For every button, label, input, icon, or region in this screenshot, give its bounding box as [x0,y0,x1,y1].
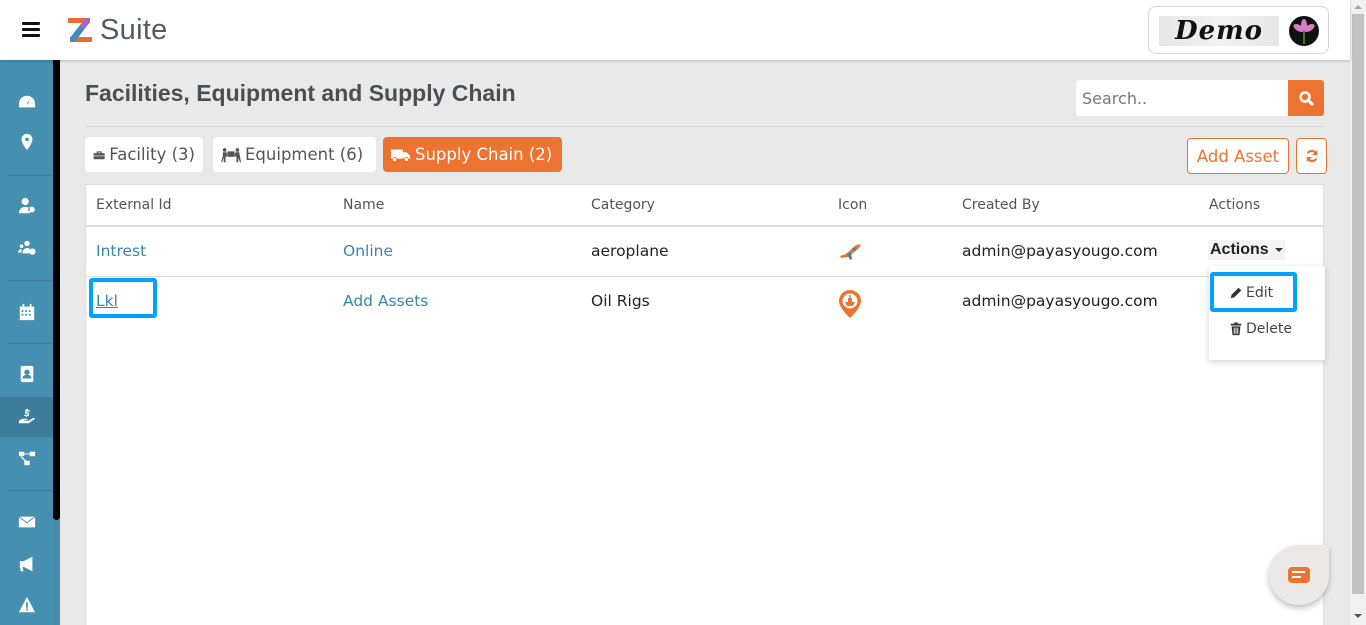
tab-equipment-label: Equipment (6) [245,145,364,164]
assets-table: External Id Name Category Icon Created B… [85,184,1325,625]
column-header-external-id[interactable]: External Id [96,197,172,213]
pencil-icon [1230,287,1242,299]
toolbox-icon [93,150,105,159]
sidebar-item-messages[interactable] [0,502,53,542]
table-header: External Id Name Category Icon Created B… [86,185,1323,227]
title-divider [85,126,1324,127]
column-header-name[interactable]: Name [343,197,384,213]
sidebar-item-user-tags[interactable] [0,186,53,226]
category-cell: aeroplane [591,242,669,260]
scroll-down-arrow-icon[interactable] [1354,614,1362,618]
sidebar-item-dashboard[interactable] [0,82,53,122]
airplane-icon [838,242,862,266]
column-header-icon[interactable]: Icon [838,197,867,213]
user-tag-icon [18,197,35,214]
name-link[interactable]: Add Assets [343,292,428,310]
sidebar-item-campaigns[interactable] [0,544,53,584]
edit-menu-item[interactable]: Edit [1229,285,1273,301]
sidebar-item-assets[interactable] [0,397,53,437]
warning-icon [18,596,35,613]
hamburger-menu-icon[interactable] [22,22,40,38]
page-scrollbar[interactable] [1350,0,1366,625]
people-carry-icon [221,147,241,162]
truck-icon [391,149,411,162]
calendar-icon [19,303,34,321]
edit-label: Edit [1246,285,1274,301]
sidebar-divider [8,343,53,344]
delete-menu-item[interactable]: Delete [1229,321,1292,337]
search-icon [1299,91,1314,106]
search-button[interactable] [1288,80,1324,116]
project-diagram-icon [18,451,35,466]
top-bar: Suite Demo [0,0,1350,60]
envelope-icon [18,516,35,528]
tachometer-icon [18,95,35,108]
scroll-up-arrow-icon[interactable] [1354,5,1362,9]
profile-menu[interactable]: Demo [1148,6,1329,54]
tab-facility-label: Facility (3) [109,145,195,164]
chat-widget-button[interactable] [1269,545,1329,605]
column-header-actions: Actions [1209,197,1261,213]
sidebar-item-workflow[interactable] [0,438,53,478]
column-header-created-by[interactable]: Created By [962,197,1040,213]
users-cog-icon [17,240,36,255]
tab-facility[interactable]: Facility (3) [85,137,203,172]
actions-dropdown-menu: Edit Delete [1209,266,1325,360]
map-marker-icon [21,133,32,151]
actions-label: Actions [1210,241,1269,258]
sidebar-item-user-groups[interactable] [0,228,53,268]
table-row: Intrest Online aeroplane admin@payasyoug… [86,227,1323,277]
address-book-icon [20,365,33,383]
tab-equipment[interactable]: Equipment (6) [213,137,376,172]
name-link[interactable]: Online [343,242,393,260]
add-asset-button[interactable]: Add Asset [1187,138,1289,174]
created-by-cell: admin@payasyougo.com [962,292,1158,310]
chat-icon [1288,567,1310,583]
sidebar [0,60,53,625]
hand-holding-usd-icon [18,408,35,424]
external-id-link[interactable]: Lkl [96,292,118,310]
app-logo[interactable]: Suite [66,14,168,46]
ship-pin-icon [838,289,862,323]
main-content: Facilities, Equipment and Supply Chain F… [60,60,1350,625]
created-by-cell: admin@payasyougo.com [962,242,1158,260]
tab-supply-chain[interactable]: Supply Chain (2) [383,137,562,172]
sidebar-divider [8,280,53,281]
sidebar-divider [8,175,53,176]
organization-logo: Demo [1159,16,1279,46]
table-row: Lkl Add Assets Oil Rigs admin@payasyougo… [86,278,1323,328]
sidebar-item-locations[interactable] [0,122,53,162]
bullhorn-icon [19,556,32,572]
column-header-category[interactable]: Category [591,197,655,213]
sidebar-item-alerts[interactable] [0,585,53,625]
app-name: Suite [100,13,168,46]
page-title: Facilities, Equipment and Supply Chain [85,80,516,106]
sidebar-item-contacts[interactable] [0,354,53,394]
trash-icon [1230,322,1242,336]
category-cell: Oil Rigs [591,292,650,310]
actions-dropdown-toggle[interactable]: Actions [1208,240,1285,260]
search-box [1076,80,1324,116]
caret-down-icon [1274,247,1283,252]
sidebar-divider [8,490,53,491]
tab-supply-chain-label: Supply Chain (2) [415,145,553,164]
z-logo-icon [68,18,92,42]
search-input[interactable] [1076,80,1288,116]
scrollbar-thumb[interactable] [1352,14,1364,594]
refresh-button[interactable] [1296,138,1327,174]
delete-label: Delete [1246,321,1292,337]
refresh-icon [1306,149,1317,163]
external-id-link[interactable]: Intrest [96,242,146,260]
user-avatar[interactable] [1289,16,1319,46]
sidebar-scrollbar[interactable] [53,60,60,520]
sidebar-item-calendar[interactable] [0,292,53,332]
